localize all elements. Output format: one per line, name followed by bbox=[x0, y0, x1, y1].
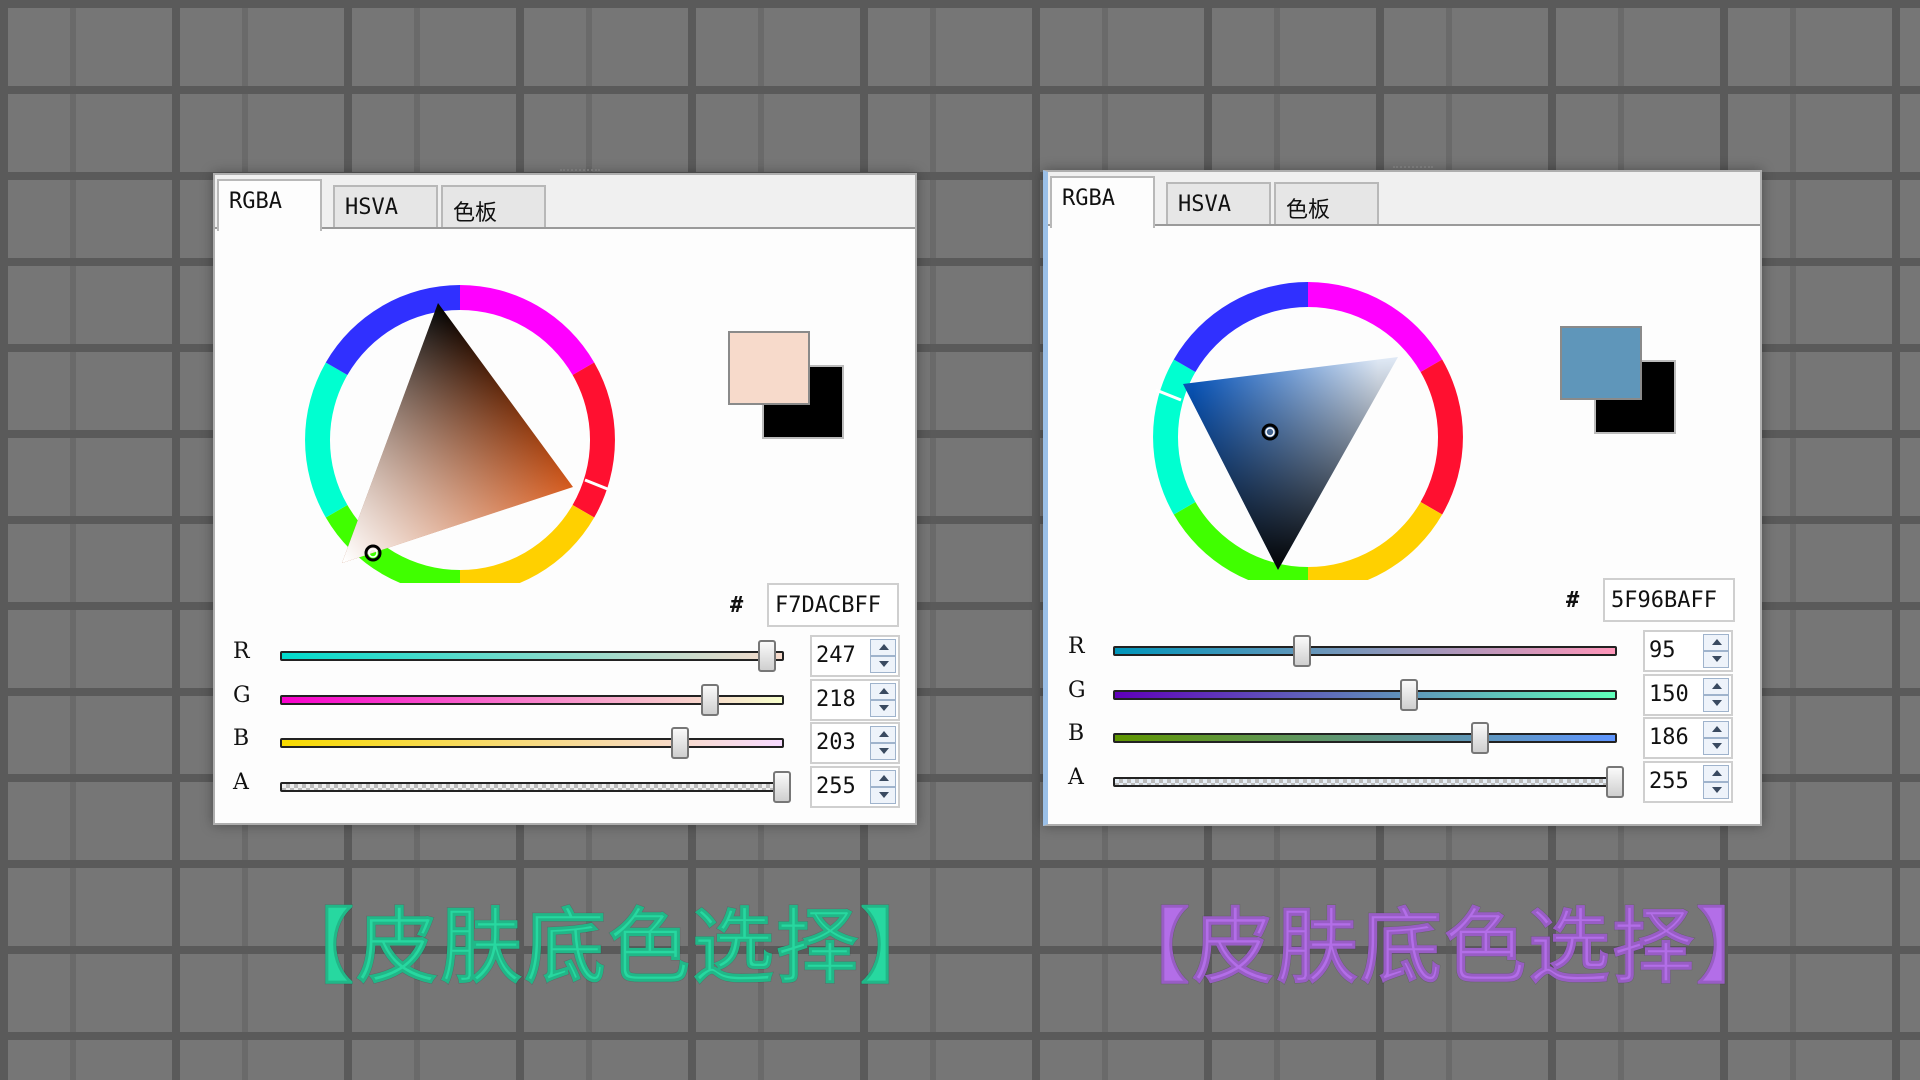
tab-hsva[interactable]: HSVA bbox=[333, 185, 438, 227]
increment-g-button[interactable] bbox=[1703, 678, 1729, 695]
slider-g[interactable] bbox=[1113, 679, 1617, 711]
value-a: 255 bbox=[816, 774, 856, 799]
channel-label-a: A bbox=[1068, 765, 1084, 790]
channel-label-a: A bbox=[233, 770, 249, 795]
slider-r[interactable] bbox=[280, 640, 784, 672]
channel-label-g: G bbox=[1068, 678, 1086, 703]
spinbox-g[interactable]: 150 bbox=[1643, 674, 1733, 716]
hex-input[interactable]: 5F96BAFF bbox=[1603, 578, 1735, 622]
color-picker-left: RGBA HSVA 色板 # F7DACBFF R 247 G 218 B 20… bbox=[213, 169, 917, 825]
spinbox-a[interactable]: 255 bbox=[810, 766, 900, 808]
spinbox-a[interactable]: 255 bbox=[1643, 761, 1733, 803]
caption-right: 【皮肤底色选择】 bbox=[1107, 900, 1781, 996]
decrement-b-button[interactable] bbox=[870, 743, 896, 760]
decrement-g-button[interactable] bbox=[1703, 695, 1729, 712]
decrement-b-button[interactable] bbox=[1703, 738, 1729, 755]
color-wheel[interactable] bbox=[285, 265, 645, 605]
slider-g[interactable] bbox=[280, 684, 784, 716]
value-r: 95 bbox=[1649, 638, 1676, 663]
increment-a-button[interactable] bbox=[1703, 765, 1729, 782]
color-picker-right: RGBA HSVA 色板 # 5F96BAFF R 95 G 150 B 186… bbox=[1043, 166, 1762, 826]
channel-label-r: R bbox=[1068, 634, 1085, 659]
slider-thumb-a[interactable] bbox=[773, 771, 791, 803]
value-r: 247 bbox=[816, 643, 856, 668]
slider-thumb-b[interactable] bbox=[1470, 722, 1489, 754]
increment-a-button[interactable] bbox=[870, 770, 896, 787]
value-b: 186 bbox=[1649, 725, 1689, 750]
slider-a[interactable] bbox=[280, 771, 791, 803]
decrement-g-button[interactable] bbox=[870, 700, 896, 717]
tab-palette[interactable]: 色板 bbox=[441, 185, 546, 227]
tab-palette[interactable]: 色板 bbox=[1274, 182, 1379, 224]
increment-b-button[interactable] bbox=[1703, 721, 1729, 738]
value-a: 255 bbox=[1649, 769, 1689, 794]
hex-input[interactable]: F7DACBFF bbox=[767, 583, 899, 627]
increment-r-button[interactable] bbox=[1703, 634, 1729, 651]
current-color-swatch bbox=[728, 331, 810, 405]
slider-thumb-g[interactable] bbox=[1400, 679, 1418, 711]
slider-thumb-b[interactable] bbox=[671, 727, 689, 759]
spinbox-b[interactable]: 186 bbox=[1643, 717, 1733, 759]
tab-bar: RGBA HSVA 色板 bbox=[1048, 172, 1760, 228]
current-color-swatch bbox=[1560, 326, 1642, 400]
channel-label-b: B bbox=[1068, 721, 1085, 746]
channel-label-b: B bbox=[233, 726, 250, 751]
slider-thumb-r[interactable] bbox=[1292, 635, 1311, 667]
tab-bar: RGBA HSVA 色板 bbox=[215, 175, 915, 231]
spinbox-r[interactable]: 247 bbox=[810, 635, 900, 677]
slider-a[interactable] bbox=[1113, 766, 1624, 798]
hex-prefix: # bbox=[730, 593, 744, 618]
slider-b[interactable] bbox=[1113, 722, 1617, 754]
decrement-a-button[interactable] bbox=[870, 787, 896, 804]
value-g: 218 bbox=[816, 687, 856, 712]
channel-label-r: R bbox=[233, 639, 250, 664]
tab-rgba[interactable]: RGBA bbox=[1050, 176, 1155, 228]
slider-b[interactable] bbox=[280, 727, 784, 759]
channel-label-g: G bbox=[233, 683, 251, 708]
tab-rgba[interactable]: RGBA bbox=[217, 179, 322, 231]
spinbox-r[interactable]: 95 bbox=[1643, 630, 1733, 672]
color-wheel[interactable] bbox=[1133, 262, 1493, 602]
value-g: 150 bbox=[1649, 682, 1689, 707]
increment-r-button[interactable] bbox=[870, 639, 896, 656]
decrement-r-button[interactable] bbox=[1703, 651, 1729, 668]
caption-left: 【皮肤底色选择】 bbox=[271, 900, 945, 996]
slider-thumb-r[interactable] bbox=[757, 640, 776, 672]
spinbox-g[interactable]: 218 bbox=[810, 679, 900, 721]
increment-b-button[interactable] bbox=[870, 726, 896, 743]
spinbox-b[interactable]: 203 bbox=[810, 722, 900, 764]
hex-prefix: # bbox=[1566, 588, 1580, 613]
decrement-r-button[interactable] bbox=[870, 656, 896, 673]
tab-hsva[interactable]: HSVA bbox=[1166, 182, 1271, 224]
decrement-a-button[interactable] bbox=[1703, 782, 1729, 799]
slider-thumb-a[interactable] bbox=[1606, 766, 1624, 798]
slider-thumb-g[interactable] bbox=[700, 684, 719, 716]
value-b: 203 bbox=[816, 730, 856, 755]
slider-r[interactable] bbox=[1113, 635, 1617, 667]
increment-g-button[interactable] bbox=[870, 683, 896, 700]
